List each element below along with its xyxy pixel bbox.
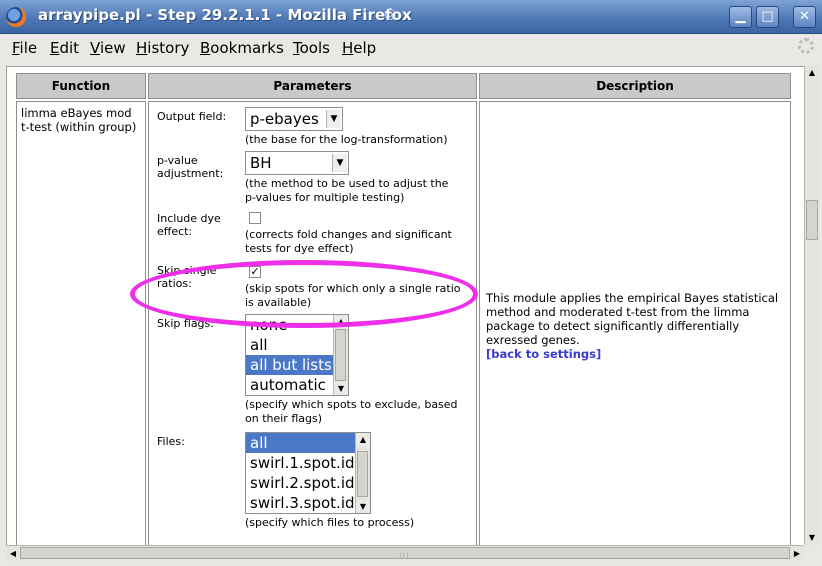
menu-file[interactable]: File <box>12 39 37 57</box>
output-field-select[interactable]: p-ebayes ▼ <box>245 107 343 131</box>
page-viewport: Function Parameters Description limma eB… <box>6 66 805 546</box>
files-listbox[interactable]: all swirl.1.spot.id swirl.2.spot.id swir… <box>245 432 371 514</box>
scroll-thumb[interactable] <box>357 451 368 497</box>
menu-history[interactable]: History <box>136 39 189 57</box>
skip-flags-scrollbar[interactable]: ▲ ▼ <box>333 315 348 395</box>
function-cell: limma eBayes mod t-test (within group) <box>16 101 146 546</box>
menu-edit[interactable]: Edit <box>50 39 79 57</box>
pvalue-adjustment-help: (the method to be used to adjust the p-v… <box>245 177 449 204</box>
minimize-button[interactable]: ▁ <box>729 6 752 28</box>
close-icon: ✕ <box>799 9 810 24</box>
settings-table: Function Parameters Description limma eB… <box>14 71 793 546</box>
output-field-label: Output field: <box>157 110 227 123</box>
skip-flags-listbox[interactable]: none all all but lists automatic ▲ ▼ <box>245 314 349 396</box>
scroll-left-icon[interactable]: ◀ <box>6 546 20 561</box>
grip-icon: ⁞⁞⁞ <box>399 551 410 560</box>
maximize-button[interactable]: □ <box>756 6 779 28</box>
list-item[interactable]: all <box>246 433 356 453</box>
list-item[interactable]: swirl.3.spot.id <box>246 493 370 513</box>
scroll-up-icon[interactable]: ▲ <box>356 433 370 446</box>
back-to-settings-link[interactable]: [back to settings] <box>486 347 601 361</box>
output-field-value: p-ebayes <box>250 110 319 128</box>
skip-flags-help: (specify which spots to exclude, based o… <box>245 398 458 425</box>
skip-flags-label: Skip flags: <box>157 317 214 330</box>
header-function: Function <box>16 73 146 99</box>
list-item[interactable]: swirl.2.spot.id <box>246 473 370 493</box>
close-button[interactable]: ✕ <box>793 6 816 28</box>
header-description: Description <box>479 73 791 99</box>
spiral-icon: ◎ <box>384 6 397 22</box>
page-vertical-scrollbar[interactable]: ▲ ▼ <box>804 66 819 545</box>
scroll-down-icon[interactable]: ▼ <box>805 531 819 545</box>
include-dye-help: (corrects fold changes and significant t… <box>245 228 452 255</box>
menu-tools[interactable]: Tools <box>293 39 330 57</box>
menu-view[interactable]: View <box>90 39 126 57</box>
page-horizontal-scrollbar[interactable]: ◀ ⁞⁞⁞ ▶ <box>6 545 804 561</box>
skip-single-help: (skip spots for which only a single rati… <box>245 282 461 309</box>
scroll-right-icon[interactable]: ▶ <box>790 546 804 561</box>
description-text: This module applies the empirical Bayes … <box>486 291 779 347</box>
pvalue-adjustment-value: BH <box>250 154 272 172</box>
window-title: arraypipe.pl - Step 29.2.1.1 - Mozilla F… <box>38 6 412 24</box>
window-title-bar[interactable]: arraypipe.pl - Step 29.2.1.1 - Mozilla F… <box>0 0 822 34</box>
files-scrollbar[interactable]: ▲ ▼ <box>355 433 370 513</box>
menu-bookmarks[interactable]: Bookmarks <box>200 39 284 57</box>
menu-help[interactable]: Help <box>342 39 376 57</box>
files-label: Files: <box>157 435 185 448</box>
output-field-help: (the base for the log-transformation) <box>245 133 448 146</box>
header-parameters: Parameters <box>148 73 477 99</box>
include-dye-label: Include dye effect: <box>157 212 221 238</box>
scroll-down-icon[interactable]: ▼ <box>334 382 348 395</box>
firefox-logo-icon <box>6 7 26 27</box>
files-help: (specify which files to process) <box>245 516 415 529</box>
scroll-down-icon[interactable]: ▼ <box>356 500 370 513</box>
dropdown-arrow-icon: ▼ <box>326 110 341 128</box>
dropdown-arrow-icon: ▼ <box>332 154 347 172</box>
checkmark-icon: ✓ <box>250 265 260 278</box>
throbber-icon <box>798 38 814 54</box>
parameters-cell: Output field: p-ebayes ▼ (the base for t… <box>148 101 477 546</box>
pvalue-adjustment-select[interactable]: BH ▼ <box>245 151 349 175</box>
minimize-icon: ▁ <box>735 9 746 24</box>
scroll-up-icon[interactable]: ▲ <box>805 66 819 80</box>
scroll-thumb[interactable]: ⁞⁞⁞ <box>20 547 790 560</box>
description-cell: This module applies the empirical Bayes … <box>479 101 791 546</box>
scroll-thumb[interactable] <box>335 329 346 381</box>
maximize-icon: □ <box>761 9 774 24</box>
function-name: limma eBayes mod t-test (within group) <box>21 106 137 134</box>
scroll-thumb[interactable] <box>806 200 818 240</box>
skip-single-checkbox[interactable]: ✓ <box>249 266 261 278</box>
skip-single-label: Skip single ratios: <box>157 264 217 290</box>
pvalue-adjustment-label: p-value adjustment: <box>157 154 224 180</box>
include-dye-checkbox[interactable] <box>249 212 261 224</box>
menu-bar: File Edit View History Bookmarks Tools H… <box>0 34 822 62</box>
scroll-up-icon[interactable]: ▲ <box>334 315 348 328</box>
list-item[interactable]: swirl.1.spot.id <box>246 453 370 473</box>
